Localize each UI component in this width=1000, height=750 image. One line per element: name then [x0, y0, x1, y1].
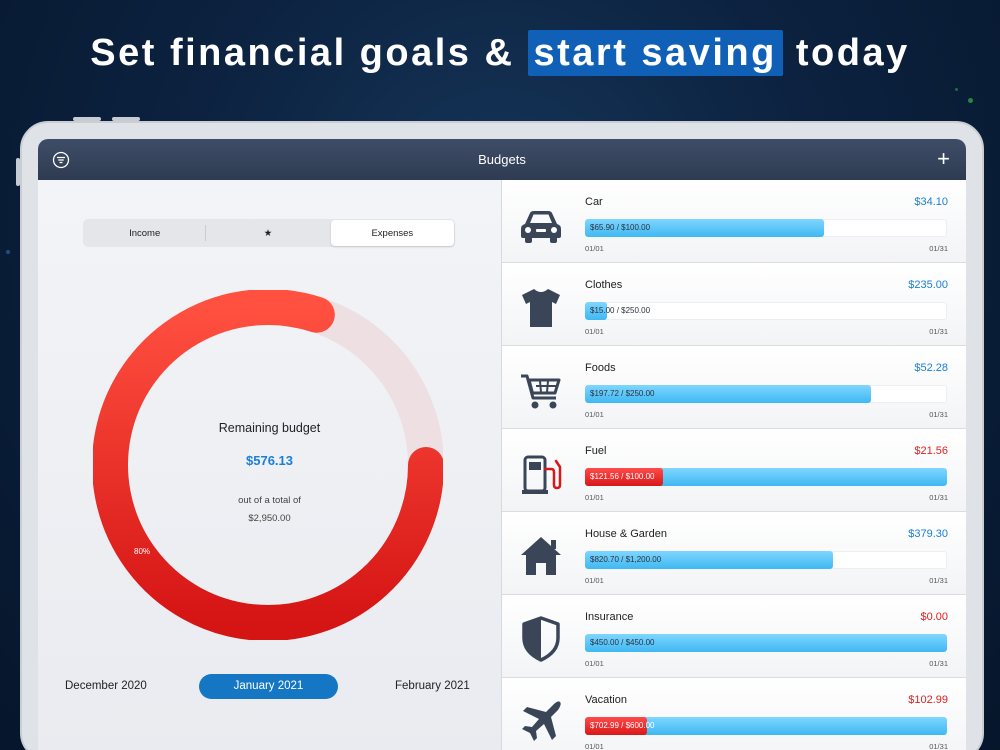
- budget-remaining-amount: $102.99: [908, 694, 948, 706]
- budget-start-date: 01/01: [585, 244, 604, 253]
- budget-start-date: 01/01: [585, 493, 604, 502]
- budget-remaining-amount: $235.00: [908, 279, 948, 291]
- budget-progress-bar: $65.90 / $100.00: [585, 219, 947, 237]
- headline-highlight: start saving: [527, 30, 783, 76]
- headline-text-end: today: [782, 32, 910, 74]
- budget-remaining-amount: $0.00: [920, 611, 948, 623]
- budget-end-date: 01/31: [929, 410, 948, 419]
- budget-end-date: 01/31: [929, 659, 948, 668]
- fuel-pump-icon: [522, 455, 562, 494]
- budget-progress-bar: $702.99 / $600.00: [585, 717, 947, 735]
- budget-row[interactable]: Clothes $235.00 $15.00 / $250.00 01/01 01/31: [502, 263, 966, 346]
- background-sparkle: [968, 98, 973, 103]
- budget-progress-text: $65.90 / $100.00: [590, 223, 651, 232]
- budget-row[interactable]: Fuel $21.56 $121.56 / $100.00 01/01 01/31: [502, 429, 966, 512]
- tablet-volume-button: [112, 117, 140, 121]
- budget-end-date: 01/31: [929, 576, 948, 585]
- budget-row[interactable]: Insurance $0.00 $450.00 / $450.00 01/01 01/3…: [502, 595, 966, 678]
- add-budget-button[interactable]: +: [937, 148, 950, 170]
- segment-expenses[interactable]: Expenses: [330, 220, 454, 246]
- budget-name: Vacation: [585, 694, 627, 706]
- budget-progress-text: $450.00 / $450.00: [590, 638, 655, 647]
- tablet-side-button: [16, 158, 20, 186]
- budget-start-date: 01/01: [585, 327, 604, 336]
- previous-month-button[interactable]: December 2020: [65, 680, 147, 692]
- background-sparkle: [6, 250, 10, 254]
- budget-progress-text: $702.99 / $600.00: [590, 721, 655, 730]
- budget-progress-text: $820.70 / $1,200.00: [590, 555, 662, 564]
- budget-end-date: 01/31: [929, 327, 948, 336]
- total-budget-label: out of a total of: [238, 495, 301, 506]
- next-month-button[interactable]: February 2021: [395, 680, 470, 692]
- budget-progress-text: $15.00 / $250.00: [590, 306, 651, 315]
- car-icon: [521, 211, 561, 243]
- budget-progress-bar: $197.72 / $250.00: [585, 385, 947, 403]
- budget-remaining-amount: $52.28: [914, 362, 948, 374]
- segment-income[interactable]: Income: [83, 219, 207, 247]
- remaining-budget-value: $576.13: [246, 453, 293, 468]
- current-month-button[interactable]: January 2021: [199, 674, 338, 699]
- app-screen: Budgets + Income ★ Expenses Remaining bu…: [38, 139, 966, 750]
- budget-name: Fuel: [585, 445, 607, 457]
- budget-progress-bar: $820.70 / $1,200.00: [585, 551, 947, 569]
- marketing-headline: Set financial goals & start saving today: [0, 30, 1000, 76]
- budget-end-date: 01/31: [929, 742, 948, 750]
- budget-end-date: 01/31: [929, 244, 948, 253]
- type-segmented-control: Income ★ Expenses: [83, 219, 455, 247]
- budget-row[interactable]: House & Garden $379.30 $820.70 / $1,200.00…: [502, 512, 966, 595]
- budget-remaining-amount: $21.56: [914, 445, 948, 457]
- budget-start-date: 01/01: [585, 659, 604, 668]
- shopping-cart-icon: [521, 374, 561, 409]
- budget-summary-panel: Income ★ Expenses Remaining budget $576.…: [38, 180, 501, 750]
- budget-row[interactable]: Car $34.10 $65.90 / $100.00 01/01 01/31: [502, 180, 966, 263]
- budget-progress-text: $121.56 / $100.00: [590, 472, 655, 481]
- navigation-bar: Budgets +: [38, 139, 966, 180]
- total-budget-value: $2,950.00: [248, 513, 291, 524]
- budget-progress-bar: $15.00 / $250.00: [585, 302, 947, 320]
- tshirt-icon: [522, 289, 560, 327]
- background-sparkle: [955, 88, 958, 91]
- segment-favorites[interactable]: ★: [206, 219, 329, 247]
- budget-name: Car: [585, 196, 603, 208]
- budget-progress-text: $197.72 / $250.00: [590, 389, 655, 398]
- budget-name: Clothes: [585, 279, 623, 291]
- budget-remaining-amount: $379.30: [908, 528, 948, 540]
- remaining-budget-label: Remaining budget: [218, 421, 321, 435]
- shield-icon: [522, 616, 560, 662]
- budget-start-date: 01/01: [585, 576, 604, 585]
- budget-name: Foods: [585, 362, 616, 374]
- percent-used-label: 80%: [134, 547, 151, 556]
- budget-start-date: 01/01: [585, 742, 604, 750]
- budget-progress-bar: $121.56 / $100.00: [585, 468, 947, 486]
- headline-text-start: Set financial goals &: [90, 32, 528, 74]
- budget-name: Insurance: [585, 611, 634, 623]
- month-selector: December 2020 January 2021 February 2021: [38, 674, 501, 700]
- page-title: Budgets: [478, 152, 526, 167]
- tablet-volume-button: [73, 117, 101, 121]
- budget-start-date: 01/01: [585, 410, 604, 419]
- budget-list: Car $34.10 $65.90 / $100.00 01/01 01/31 Cloth…: [501, 180, 966, 750]
- budget-row[interactable]: Foods $52.28 $197.72 / $250.00 01/01 01/31: [502, 346, 966, 429]
- airplane-icon: [522, 701, 561, 741]
- house-icon: [521, 537, 561, 575]
- budget-progress-bar: $450.00 / $450.00: [585, 634, 947, 652]
- budget-name: House & Garden: [585, 528, 667, 540]
- budget-remaining-amount: $34.10: [914, 196, 948, 208]
- budget-end-date: 01/31: [929, 493, 948, 502]
- budget-row[interactable]: Vacation $102.99 $702.99 / $600.00 01/01 01/…: [502, 678, 966, 750]
